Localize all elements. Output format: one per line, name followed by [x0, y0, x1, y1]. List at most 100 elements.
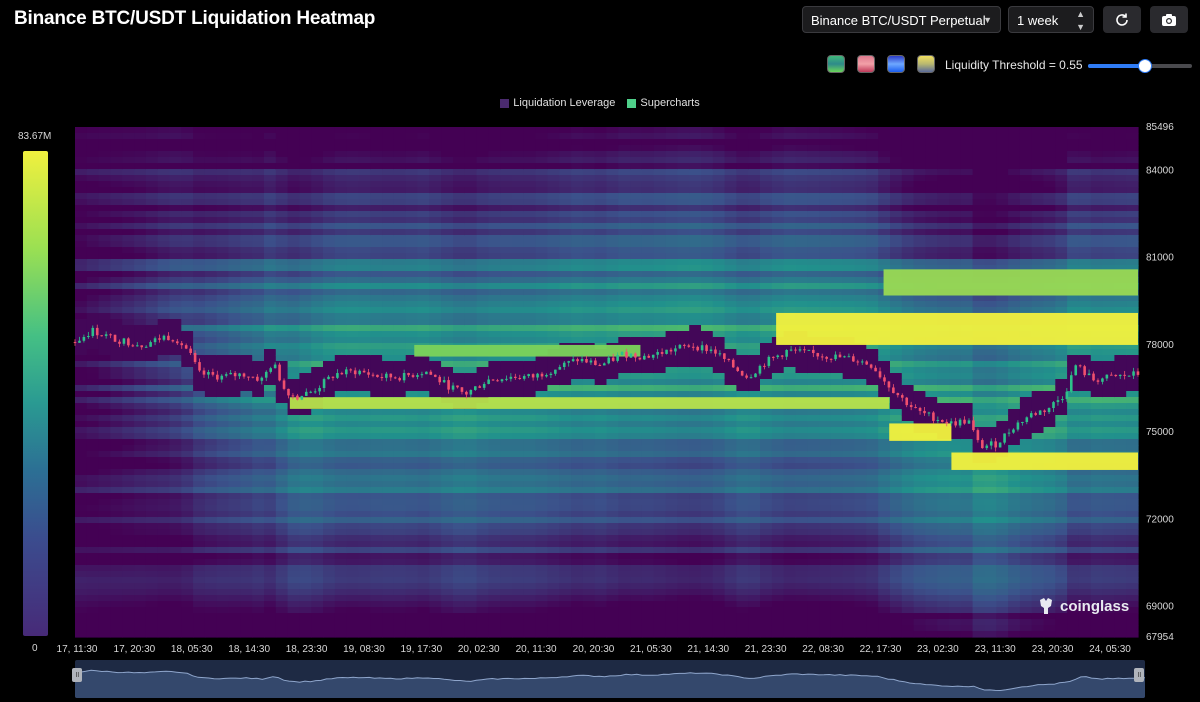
heatmap-cell — [110, 523, 123, 530]
heatmap-cell — [641, 529, 655, 536]
heatmap-cell — [405, 541, 419, 548]
heatmap-cell — [724, 283, 737, 290]
heatmap-cell — [98, 571, 111, 578]
heatmap-cell — [358, 511, 371, 518]
heatmap-cell — [86, 277, 100, 284]
heatmap-cell — [275, 475, 289, 482]
heatmap-cell — [393, 577, 407, 584]
heatmap-cell — [630, 475, 643, 482]
heatmap-cell — [323, 583, 336, 590]
heatmap-cell — [547, 583, 560, 590]
heatmap-cell — [393, 463, 407, 470]
heatmap-cell — [228, 571, 241, 578]
heatmap-cell — [145, 307, 159, 314]
heatmap-cell — [701, 385, 714, 392]
heatmap-cell — [216, 487, 230, 494]
heatmap-cell — [523, 631, 537, 638]
heatmap-cell — [358, 541, 371, 548]
heatmap-cell — [736, 181, 749, 188]
heatmap-cell — [110, 373, 123, 380]
heatmap-cell — [441, 193, 454, 200]
heatmap-cell — [488, 541, 501, 548]
heatmap-cell — [169, 235, 182, 242]
heatmap-cell — [417, 187, 430, 194]
heatmap-cell — [323, 223, 336, 230]
heatmap-cell — [760, 217, 773, 224]
heatmap-cell — [535, 487, 548, 494]
heatmap-cell — [582, 307, 596, 314]
heatmap-cell — [512, 439, 525, 446]
heatmap-cell — [594, 571, 608, 578]
heatmap-cell — [594, 253, 608, 260]
heatmap-cell — [701, 265, 714, 272]
heatmap-cell — [559, 487, 572, 494]
heatmap-cell — [181, 175, 194, 182]
heatmap-cell — [677, 553, 690, 560]
heatmap-cell — [169, 187, 182, 194]
heatmap-cell — [677, 517, 690, 524]
heatmap-cell — [618, 469, 631, 476]
heatmap-cell — [240, 583, 253, 590]
heatmap-cell — [181, 481, 194, 488]
heatmap-cell — [134, 133, 147, 140]
heatmap-cell — [701, 517, 714, 524]
heatmap-cell — [641, 235, 655, 242]
heatmap-cell — [748, 127, 761, 134]
heatmap-cell — [228, 463, 241, 470]
heatmap-cell — [417, 517, 430, 524]
heatmap-cell — [264, 445, 277, 452]
heatmap-cell — [122, 349, 135, 356]
heatmap-cell — [677, 139, 690, 146]
heatmap-cell — [606, 529, 619, 536]
heatmap-cell — [193, 613, 206, 620]
heatmap-cell — [134, 487, 147, 494]
heatmap-cell — [75, 445, 88, 452]
heatmap-cell — [110, 409, 123, 416]
heatmap-cell — [110, 205, 123, 212]
heatmap-cell — [110, 571, 123, 578]
heatmap-cell — [618, 253, 631, 260]
heatmap-cell — [252, 607, 265, 614]
heatmap-cell — [86, 127, 100, 134]
heatmap-cell — [323, 229, 336, 236]
heatmap-cell — [287, 625, 300, 632]
heatmap-cell — [204, 583, 218, 590]
heatmap-cell — [275, 361, 289, 368]
heatmap-cell — [240, 439, 253, 446]
heatmap-cell — [122, 403, 135, 410]
heatmap-cell — [405, 565, 419, 572]
heatmap-cell — [429, 595, 442, 602]
heatmap-cell — [582, 391, 596, 398]
heatmap-cell — [724, 481, 737, 488]
heatmap-cell — [417, 331, 430, 338]
heatmap-cell — [275, 505, 289, 512]
heatmap-cell — [216, 211, 230, 218]
heatmap-cell — [334, 325, 348, 332]
heatmap-cell — [169, 493, 182, 500]
heatmap-cell — [582, 625, 596, 632]
heatmap-cell — [228, 307, 241, 314]
heatmap-cell — [571, 499, 584, 506]
heatmap-cell — [157, 211, 171, 218]
heatmap-cell — [193, 421, 206, 428]
heatmap-cell — [712, 277, 726, 284]
heatmap-cell — [535, 319, 548, 326]
heatmap-cell — [641, 385, 655, 392]
heatmap-cell — [334, 319, 348, 326]
heatmap-cell — [204, 139, 218, 146]
heatmap-cell — [323, 427, 336, 434]
heatmap-cell — [110, 427, 123, 434]
heatmap-cell — [712, 451, 726, 458]
heatmap-cell — [582, 433, 596, 440]
heatmap-cell — [606, 601, 619, 608]
heatmap-cell — [606, 241, 619, 248]
heatmap-cell — [181, 583, 194, 590]
heatmap-cell — [370, 235, 383, 242]
heatmap-cell — [287, 535, 300, 542]
heatmap-chart[interactable]: 8549684000810007800075000720006900067954… — [0, 0, 1200, 702]
heatmap-cell — [157, 283, 171, 290]
heatmap-cell — [275, 259, 289, 266]
heatmap-cell — [169, 529, 182, 536]
heatmap-cell — [287, 481, 300, 488]
heatmap-cell — [476, 553, 489, 560]
